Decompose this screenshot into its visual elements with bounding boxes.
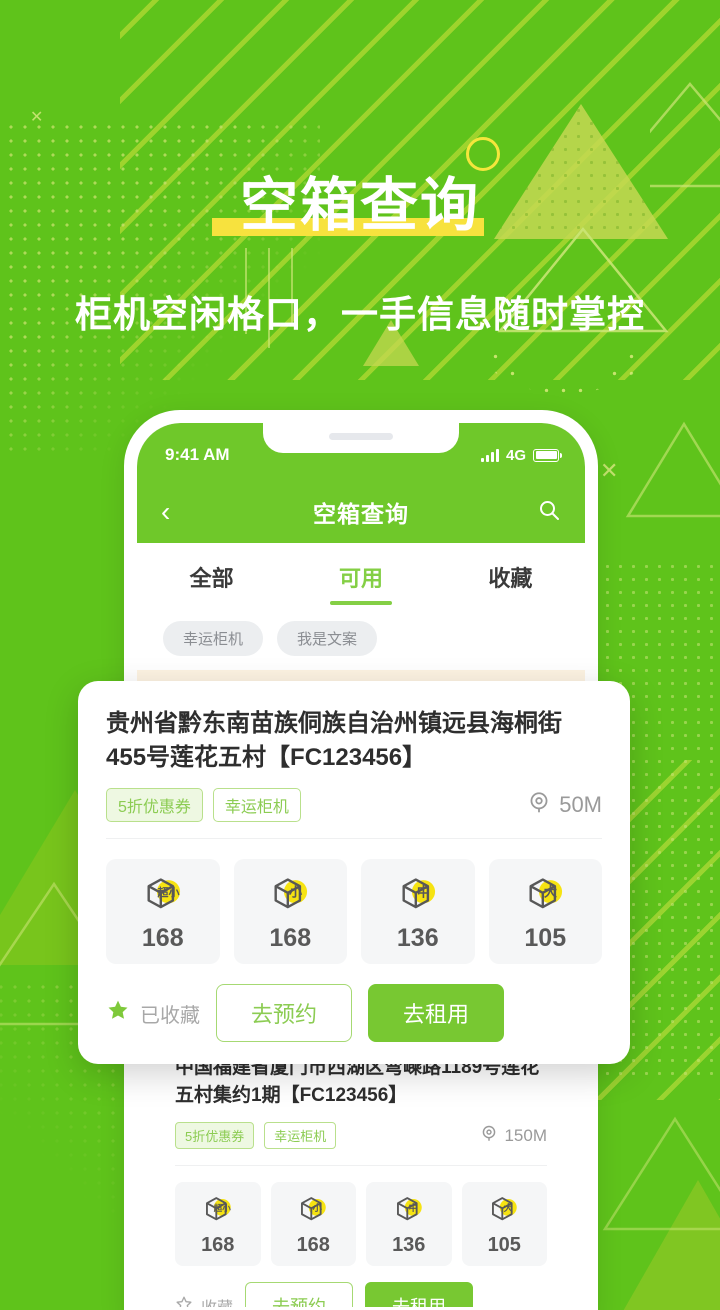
box-size-grid: 超小 168 小 168 中 136 大 105 (175, 1182, 548, 1267)
battery-icon (533, 448, 562, 462)
box-count: 105 (487, 1234, 521, 1257)
tree-triangle-lower-right (618, 1180, 720, 1310)
list-item[interactable]: 中国福建省厦门市西湖区弯嵊路1189号莲花五村集约1期【FC123456】 5折… (155, 1034, 567, 1307)
tree-triangle-outline-mid (624, 420, 720, 520)
tag-coupon: 5折优惠券 (106, 788, 203, 823)
box-size-cell[interactable]: 大 105 (461, 1182, 548, 1267)
locker-distance: 150M (480, 1124, 547, 1147)
star-outline-icon (175, 1295, 193, 1307)
box-size-grid: 超小 168 小 168 中 136 大 105 (106, 859, 603, 965)
svg-text:小: 小 (312, 1202, 323, 1213)
box-size-cell[interactable]: 超小 168 (106, 859, 220, 965)
svg-text:大: 大 (544, 884, 558, 900)
card-actions: 已收藏 去预约 去租用 (106, 984, 602, 1043)
svg-text:超小: 超小 (156, 885, 179, 899)
locker-meta: 5折优惠券 幸运柜机 50M (106, 788, 602, 823)
parcel-box-icon: 超小 (175, 1193, 261, 1232)
promo-banner-page: ✕ ✕ 空箱查询 柜机空闲格口，一手信息随时掌控 9:41 AM 4G ‹ 空箱… (0, 0, 720, 1310)
box-count: 105 (524, 924, 567, 953)
filter-chip-row: 幸运柜机 我是文案 (137, 605, 585, 670)
app-navbar: ‹ 空箱查询 (137, 481, 585, 543)
status-bar: 9:41 AM 4G (137, 423, 585, 481)
signal-bars-icon (480, 448, 499, 462)
box-size-cell[interactable]: 小 168 (270, 1182, 357, 1267)
svg-text:大: 大 (504, 1202, 514, 1213)
page-title-text: 空箱查询 (239, 173, 480, 238)
svg-text:小: 小 (289, 885, 303, 900)
svg-text:中: 中 (408, 1202, 417, 1213)
parcel-box-icon: 大 (489, 873, 603, 922)
box-count: 168 (141, 924, 184, 953)
box-size-cell[interactable]: 超小 168 (175, 1182, 261, 1267)
parcel-box-icon: 小 (234, 873, 348, 922)
location-pin-icon (480, 1124, 498, 1147)
favorite-toggle[interactable]: 收藏 (175, 1294, 233, 1307)
divider (175, 1165, 547, 1167)
box-size-cell[interactable]: 中 136 (361, 859, 475, 965)
tab-available[interactable]: 可用 (286, 561, 435, 605)
x-mark-icon: ✕ (30, 109, 44, 126)
box-count: 136 (392, 1234, 426, 1257)
page-title: 空箱查询 (0, 158, 720, 242)
tag-lucky-locker: 幸运柜机 (212, 788, 301, 823)
highlighted-locker-card[interactable]: 贵州省黔东南苗族侗族自治州镇远县海桐街455号莲花五村【FC123456】 5折… (78, 681, 630, 1065)
rent-button[interactable]: 去租用 (368, 984, 505, 1043)
favorite-toggle[interactable]: 已收藏 (106, 998, 200, 1028)
star-filled-icon (106, 998, 130, 1028)
favorite-label: 已收藏 (140, 1004, 200, 1027)
tab-favorites[interactable]: 收藏 (436, 561, 585, 605)
tab-all[interactable]: 全部 (137, 561, 286, 605)
network-label: 4G (505, 446, 526, 464)
box-size-cell[interactable]: 中 136 (366, 1182, 452, 1267)
parcel-box-icon: 大 (462, 1193, 548, 1232)
box-count: 136 (396, 924, 439, 953)
tag-coupon: 5折优惠券 (175, 1122, 255, 1150)
favorite-label: 收藏 (201, 1294, 233, 1307)
location-pin-icon (527, 790, 551, 820)
box-count: 168 (269, 924, 312, 953)
reserve-button[interactable]: 去预约 (216, 984, 353, 1043)
speaker-grill-icon (329, 433, 393, 440)
locker-distance: 50M (527, 790, 602, 820)
locker-distance-value: 150M (504, 1125, 547, 1145)
tree-triangle-outline-lower-right (600, 1115, 720, 1235)
status-time: 9:41 AM (165, 445, 230, 464)
locker-address: 贵州省黔东南苗族侗族自治州镇远县海桐街455号莲花五村【FC123456】 (106, 710, 562, 772)
box-count: 168 (296, 1234, 330, 1257)
box-size-cell[interactable]: 小 168 (233, 859, 348, 965)
parcel-box-icon: 中 (366, 1193, 452, 1232)
phone-notch (263, 423, 459, 453)
dotted-arc (470, 348, 660, 408)
card-actions: 收藏 去预约 去租用 (175, 1282, 547, 1307)
locker-distance-value: 50M (559, 792, 602, 818)
parcel-box-icon: 超小 (106, 873, 220, 922)
navbar-title: 空箱查询 (313, 501, 409, 527)
divider (106, 838, 602, 840)
locker-meta: 5折优惠券 幸运柜机 150M (175, 1122, 547, 1150)
search-icon[interactable] (537, 498, 561, 527)
filter-tabs: 全部 可用 收藏 (137, 543, 585, 605)
box-size-cell[interactable]: 大 105 (488, 859, 603, 965)
chip-copy-text[interactable]: 我是文案 (277, 621, 378, 656)
reserve-button[interactable]: 去预约 (245, 1282, 354, 1307)
page-subtitle: 柜机空闲格口，一手信息随时掌控 (75, 294, 645, 335)
parcel-box-icon: 中 (361, 873, 475, 922)
tag-lucky-locker: 幸运柜机 (264, 1122, 337, 1150)
status-indicators: 4G (480, 446, 562, 464)
chip-lucky-locker[interactable]: 幸运柜机 (163, 621, 264, 656)
svg-text:中: 中 (417, 884, 430, 900)
parcel-box-icon: 小 (271, 1193, 357, 1232)
x-mark-icon: ✕ (600, 458, 619, 483)
rent-button[interactable]: 去租用 (365, 1282, 474, 1307)
box-count: 168 (201, 1234, 235, 1257)
svg-text:超小: 超小 (212, 1203, 231, 1213)
